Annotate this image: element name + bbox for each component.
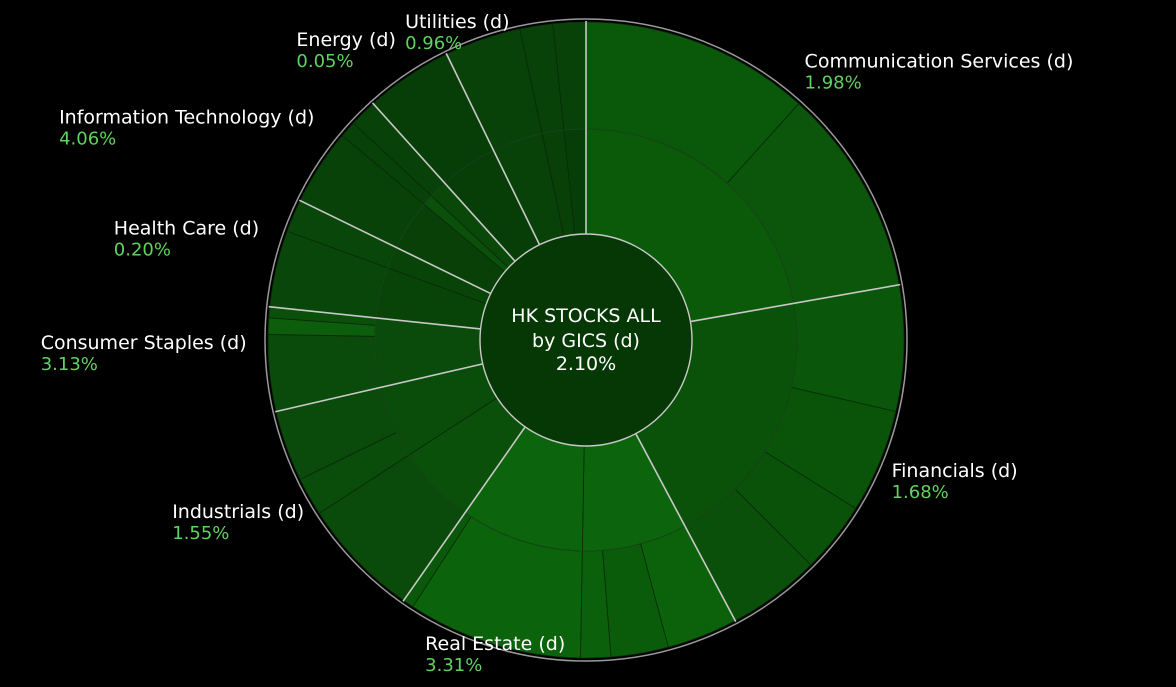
sector-value-real-estate: 3.31%: [425, 655, 482, 676]
sector-value-health-care: 0.20%: [114, 239, 171, 260]
sector-value-consumer-staples: 3.13%: [41, 354, 98, 375]
sector-label-information-technology: Information Technology (d): [59, 106, 314, 128]
center-title-line1: HK STOCKS ALL: [511, 305, 661, 327]
sector-value-financials: 1.68%: [892, 482, 949, 503]
sector-label-health-care: Health Care (d): [114, 217, 259, 239]
center-value: 2.10%: [556, 353, 616, 375]
sunburst-chart: Communication Services (d)1.98% Financial…: [41, 11, 1074, 676]
sector-label-utilities: Utilities (d): [405, 11, 509, 33]
center-title-line2: by GICS (d): [532, 330, 640, 352]
sector-label-industrials: Industrials (d): [172, 501, 304, 523]
sector-label-energy: Energy (d): [296, 29, 395, 51]
sector-value-energy: 0.05%: [296, 51, 353, 72]
sector-label-consumer-staples: Consumer Staples (d): [41, 332, 247, 354]
sector-value-industrials: 1.55%: [172, 523, 229, 544]
sector-label-financials: Financials (d): [892, 460, 1018, 482]
sector-value-utilities: 0.96%: [405, 33, 462, 54]
sector-label-communication-services: Communication Services (d): [805, 51, 1074, 73]
sector-value-communication-services: 1.98%: [805, 73, 862, 94]
sector-label-real-estate: Real Estate (d): [425, 633, 565, 655]
sector-value-information-technology: 4.06%: [59, 128, 116, 149]
